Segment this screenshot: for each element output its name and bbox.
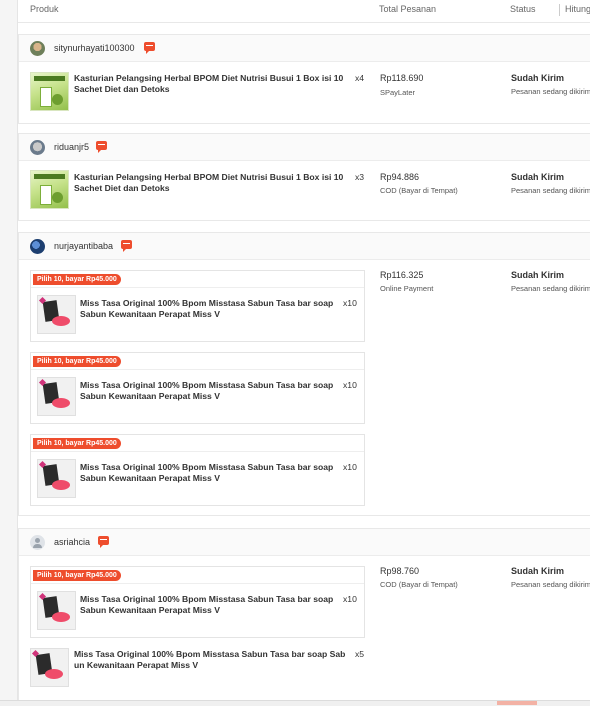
header-countdown: Hitungan (565, 4, 590, 14)
promo-badge: Pilih 10, bayar Rp45.000 (33, 438, 121, 449)
chat-icon[interactable] (96, 141, 107, 153)
order-status: Sudah Kirim (511, 270, 565, 280)
order-total: Rp118.690 (380, 73, 424, 83)
order-total: Rp94.886 (380, 172, 420, 182)
bundle-item: Pilih 10, bayar Rp45.000 Miss Tasa Origi… (30, 566, 365, 638)
product-thumbnail[interactable] (37, 295, 76, 334)
table-header: Produk Total Pesanan Status Hitungan (18, 0, 590, 23)
avatar[interactable] (30, 140, 45, 155)
bundle-item: Pilih 10, bayar Rp45.000 Miss Tasa Origi… (30, 270, 365, 342)
order-total: Rp116.325 (380, 270, 424, 280)
product-title[interactable]: Miss Tasa Original 100% Bpom Misstasa Sa… (80, 298, 342, 320)
bundle-item: Pilih 10, bayar Rp45.000 Miss Tasa Origi… (30, 434, 365, 506)
product-thumbnail[interactable] (30, 648, 69, 687)
product-thumbnail[interactable] (30, 170, 69, 209)
product-thumbnail[interactable] (30, 72, 69, 111)
payment-method: Online Payment (380, 284, 434, 293)
promo-badge: Pilih 10, bayar Rp45.000 (33, 570, 121, 581)
buyer-username[interactable]: asriahcia (54, 537, 90, 547)
buyer-username[interactable]: riduanjr5 (54, 142, 89, 152)
chat-icon[interactable] (98, 536, 109, 548)
header-divider (559, 4, 560, 16)
payment-method: SPayLater (380, 88, 416, 97)
scroll-indicator (497, 701, 537, 705)
product-quantity: x5 (355, 649, 365, 659)
payment-method: COD (Bayar di Tempat) (380, 580, 458, 589)
header-status: Status (510, 4, 536, 14)
product-quantity: x10 (343, 380, 357, 390)
product-title[interactable]: Kasturian Pelangsing Herbal BPOM Diet Nu… (74, 172, 349, 194)
order-header: riduanjr5 (19, 134, 590, 161)
product-thumbnail[interactable] (37, 459, 76, 498)
chat-icon[interactable] (121, 240, 132, 252)
payment-method: COD (Bayar di Tempat) (380, 186, 458, 195)
bundle-item: Pilih 10, bayar Rp45.000 Miss Tasa Origi… (30, 352, 365, 424)
header-product: Produk (30, 4, 59, 14)
promo-badge: Pilih 10, bayar Rp45.000 (33, 356, 121, 367)
product-title[interactable]: Kasturian Pelangsing Herbal BPOM Diet Nu… (74, 73, 349, 95)
order-status: Sudah Kirim (511, 73, 565, 83)
product-quantity: x4 (355, 73, 365, 83)
order-header: asriahcia (19, 529, 590, 556)
product-title[interactable]: Miss Tasa Original 100% Bpom Misstasa Sa… (74, 649, 354, 671)
avatar[interactable] (30, 535, 45, 550)
order-list-panel: Produk Total Pesanan Status Hitungan sit… (17, 0, 590, 700)
order-status: Sudah Kirim (511, 172, 565, 182)
order-header: nurjayantibaba (19, 233, 590, 260)
status-description: Pesanan sedang dikirim (511, 580, 590, 589)
product-quantity: x10 (343, 594, 357, 604)
product-title[interactable]: Miss Tasa Original 100% Bpom Misstasa Sa… (80, 594, 342, 616)
order-card: riduanjr5 Kasturian Pelangsing Herbal BP… (18, 133, 590, 221)
order-card: asriahcia Pilih 10, bayar Rp45.000 Miss … (18, 528, 590, 700)
order-card: nurjayantibaba Pilih 10, bayar Rp45.000 … (18, 232, 590, 516)
status-description: Pesanan sedang dikirim (511, 186, 590, 195)
product-thumbnail[interactable] (37, 377, 76, 416)
status-description: Pesanan sedang dikirim (511, 284, 590, 293)
order-header: sitynurhayati100300 (19, 35, 590, 62)
product-quantity: x10 (343, 462, 357, 472)
avatar[interactable] (30, 41, 45, 56)
product-quantity: x10 (343, 298, 357, 308)
promo-badge: Pilih 10, bayar Rp45.000 (33, 274, 121, 285)
chat-icon[interactable] (144, 42, 155, 54)
buyer-username[interactable]: nurjayantibaba (54, 241, 113, 251)
status-description: Pesanan sedang dikirim (511, 87, 590, 96)
header-total: Total Pesanan (379, 4, 437, 14)
order-card: sitynurhayati100300 Kasturian Pelangsing… (18, 34, 590, 124)
order-total: Rp98.760 (380, 566, 420, 576)
buyer-username[interactable]: sitynurhayati100300 (54, 43, 135, 53)
product-title[interactable]: Miss Tasa Original 100% Bpom Misstasa Sa… (80, 380, 342, 402)
avatar[interactable] (30, 239, 45, 254)
product-quantity: x3 (355, 172, 365, 182)
order-status: Sudah Kirim (511, 566, 565, 576)
product-thumbnail[interactable] (37, 591, 76, 630)
product-title[interactable]: Miss Tasa Original 100% Bpom Misstasa Sa… (80, 462, 342, 484)
